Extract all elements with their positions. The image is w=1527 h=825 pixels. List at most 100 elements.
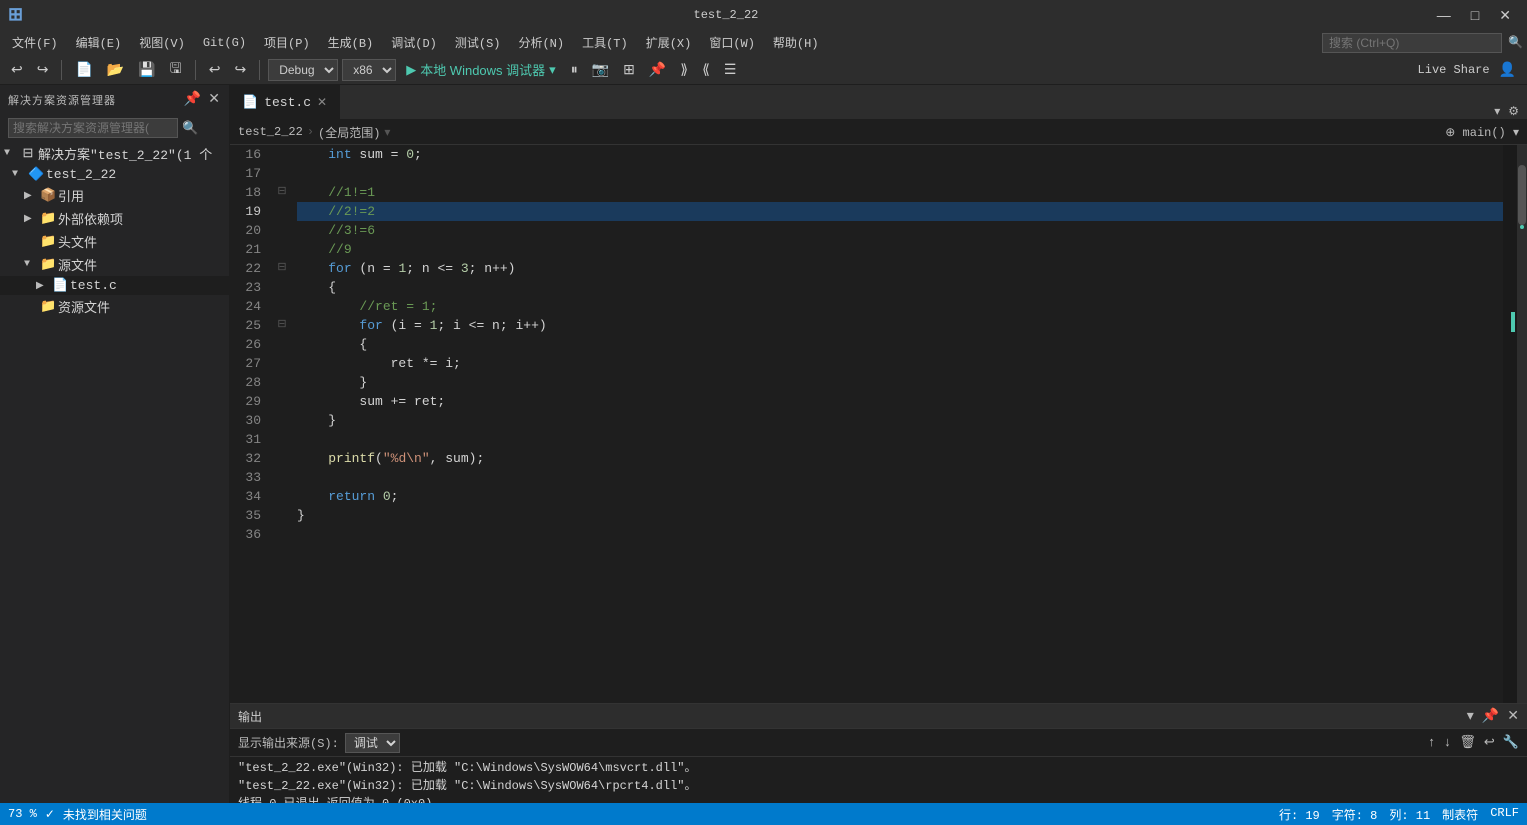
fold-indicator <box>275 487 289 506</box>
output-collapse-icon[interactable]: ▾ <box>1467 708 1474 725</box>
menu-git[interactable]: Git(G) <box>195 34 254 52</box>
sidebar-item-resources[interactable]: 📁 资源文件 <box>0 295 229 318</box>
fold-indicator <box>275 525 289 544</box>
tab-label: test.c <box>264 95 311 110</box>
close-button[interactable]: ✕ <box>1491 5 1519 26</box>
live-share-button[interactable]: Live Share <box>1418 63 1490 77</box>
toolbar-btn-6[interactable]: ⟪ <box>697 58 715 81</box>
sidebar-item-external-deps[interactable]: ▶ 📁 外部依赖项 <box>0 207 229 230</box>
output-filter-icon[interactable]: 🔧 <box>1503 735 1519 750</box>
breadcrumb-function[interactable]: ⊕ main() ▾ <box>1445 125 1519 140</box>
status-encoding[interactable]: CRLF <box>1490 806 1519 823</box>
status-format[interactable]: 制表符 <box>1442 806 1478 823</box>
menu-window[interactable]: 窗口(W) <box>701 32 763 53</box>
sidebar-search-input[interactable] <box>8 118 178 138</box>
sidebar-item-sources[interactable]: ▼ 📁 源文件 <box>0 253 229 276</box>
code-token: } <box>297 373 367 392</box>
toolbar-undo-btn[interactable]: ↩ <box>204 58 226 81</box>
menu-view[interactable]: 视图(V) <box>131 32 193 53</box>
line-number: 18 <box>230 183 267 202</box>
toolbar-btn-camera[interactable]: 📷 <box>587 58 614 81</box>
tab-collapse-icon[interactable]: ▾ <box>1494 104 1500 119</box>
menu-extensions[interactable]: 扩展(X) <box>638 32 700 53</box>
run-button[interactable]: ▶ 本地 Windows 调试器 ▾ <box>400 58 562 81</box>
line-number: 25 <box>230 316 267 335</box>
zoom-level[interactable]: 73 % <box>8 807 37 821</box>
sidebar-search-icon[interactable]: 🔍 <box>182 121 198 136</box>
toolbar-redo-btn[interactable]: ↪ <box>229 58 251 81</box>
toolbar-btn-pause[interactable]: ⏸ <box>566 58 583 81</box>
code-token <box>297 316 359 335</box>
minimap[interactable] <box>1503 145 1517 703</box>
toolbar-btn-5[interactable]: ⟫ <box>675 58 693 81</box>
output-panel: 输出 ▾ 📌 ✕ 显示输出来源(S): 调试 ↑ ↓ 🗑 <box>230 703 1527 803</box>
sidebar-item-project[interactable]: ▼ 🔷 test_2_22 <box>0 165 229 184</box>
fold-indicator[interactable]: ⊟ <box>275 259 289 278</box>
fold-indicator[interactable]: ⊟ <box>275 316 289 335</box>
menu-help[interactable]: 帮助(H) <box>765 32 827 53</box>
scroll-thumb[interactable] <box>1518 165 1526 225</box>
toolbar-btn-3[interactable]: ⊞ <box>618 58 640 81</box>
title-bar-title: test_2_22 <box>694 8 759 22</box>
menu-edit[interactable]: 编辑(E) <box>68 32 130 53</box>
menu-search-input[interactable] <box>1322 33 1502 53</box>
debug-config-select[interactable]: Debug <box>268 59 338 81</box>
solution-icon: ⊟ <box>20 146 36 161</box>
output-scroll-down-icon[interactable]: ↓ <box>1444 735 1452 750</box>
search-icon: 🔍 <box>1508 35 1523 50</box>
sidebar-close-icon[interactable]: ✕ <box>208 91 221 108</box>
code-token: 0 <box>383 487 391 506</box>
sidebar-item-references[interactable]: ▶ 📦 引用 <box>0 184 229 207</box>
pin-icon[interactable]: 📌 <box>184 91 202 108</box>
breadcrumb-file[interactable]: test_2_22 <box>238 125 303 139</box>
toolbar-btn-7[interactable]: ☰ <box>719 58 742 81</box>
arrow-icon: ▼ <box>24 259 38 270</box>
toolbar-new-btn[interactable]: 📄 <box>70 58 97 81</box>
sidebar-item-headers[interactable]: 📁 头文件 <box>0 230 229 253</box>
title-bar: ⊞ test_2_22 — □ ✕ <box>0 0 1527 30</box>
status-col[interactable]: 列: 11 <box>1389 806 1430 823</box>
maximize-button[interactable]: □ <box>1463 5 1487 26</box>
output-close-icon[interactable]: ✕ <box>1507 708 1519 725</box>
output-clear-icon[interactable]: 🗑 <box>1459 735 1476 750</box>
output-pin-icon[interactable]: 📌 <box>1482 708 1499 725</box>
vertical-scrollbar[interactable] <box>1517 145 1527 703</box>
fold-indicator <box>275 221 289 240</box>
menu-test[interactable]: 测试(S) <box>447 32 509 53</box>
status-line[interactable]: 行: 19 <box>1279 806 1320 823</box>
status-char[interactable]: 字符: 8 <box>1332 806 1378 823</box>
output-controls: ▾ 📌 ✕ <box>1467 708 1519 725</box>
toolbar-saveall-btn[interactable]: 🖫 <box>165 55 187 85</box>
arch-select[interactable]: x86 <box>342 59 396 81</box>
code-token: (i = <box>383 316 430 335</box>
toolbar-forward-btn[interactable]: ↪ <box>32 58 54 81</box>
toolbar-open-btn[interactable]: 📂 <box>102 58 129 81</box>
tab-testc[interactable]: 📄 test.c ✕ <box>230 85 340 119</box>
toolbar-btn-account[interactable]: 👤 <box>1494 58 1521 81</box>
minimize-button[interactable]: — <box>1429 5 1459 26</box>
tab-settings-icon[interactable]: ⚙ <box>1508 104 1519 119</box>
toolbar-back-btn[interactable]: ↩ <box>6 58 28 81</box>
menu-analyze[interactable]: 分析(N) <box>510 32 572 53</box>
tab-close-icon[interactable]: ✕ <box>317 95 327 110</box>
toolbar-btn-4[interactable]: 📌 <box>644 58 671 81</box>
fold-indicator[interactable]: ⊟ <box>275 183 289 202</box>
toolbar-save-btn[interactable]: 💾 <box>133 58 160 81</box>
menu-file[interactable]: 文件(F) <box>4 32 66 53</box>
code-editor[interactable]: 1617181920212223242526272829303132333435… <box>230 145 1527 703</box>
output-source-select[interactable]: 调试 <box>345 733 400 753</box>
menu-debug[interactable]: 调试(D) <box>383 32 445 53</box>
menu-tools[interactable]: 工具(T) <box>574 32 636 53</box>
menu-build[interactable]: 生成(B) <box>320 32 382 53</box>
code-token: sum = <box>352 145 407 164</box>
output-wrap-icon[interactable]: ↩ <box>1484 735 1495 750</box>
breadcrumb-scope[interactable]: (全局范围) <box>318 124 380 141</box>
line-number: 26 <box>230 335 267 354</box>
sidebar-item-solution[interactable]: ▼ ⊟ 解决方案"test_2_22"(1 个 <box>0 142 229 165</box>
sidebar-item-testc[interactable]: ▶ 📄 test.c <box>0 276 229 295</box>
output-scroll-up-icon[interactable]: ↑ <box>1428 735 1436 750</box>
menu-project[interactable]: 项目(P) <box>256 32 318 53</box>
code-token <box>297 487 328 506</box>
fold-indicator <box>275 449 289 468</box>
fold-indicator <box>275 335 289 354</box>
